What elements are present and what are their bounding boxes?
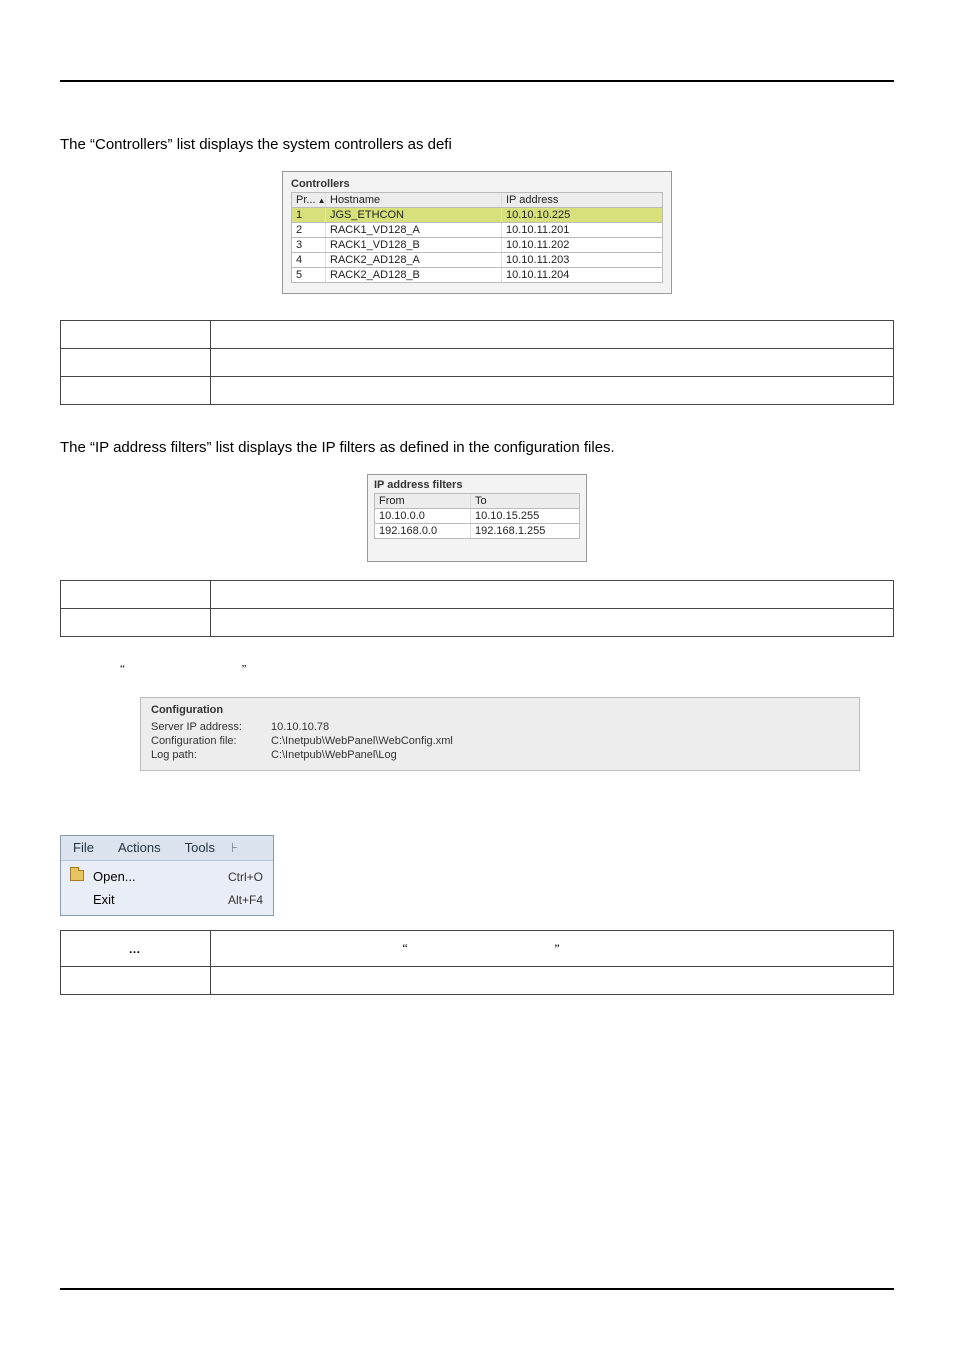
filters-cell-from: 192.168.0.0 — [375, 524, 471, 538]
controllers-cell-pr: 1 — [292, 208, 326, 222]
controllers-row[interactable]: 4 RACK2_AD128_A 10.10.11.203 — [291, 253, 663, 268]
table-row — [61, 349, 894, 377]
controllers-header-ip[interactable]: IP address — [502, 193, 662, 207]
table-row — [61, 609, 894, 637]
controllers-cell-ip: 10.10.11.201 — [502, 223, 662, 237]
ip-filters-title: IP address filters — [374, 479, 580, 491]
configuration-panel: Configuration Server IP address: 10.10.1… — [140, 697, 860, 771]
controllers-cell-pr: 3 — [292, 238, 326, 252]
filters-intro-text: The “IP address filters” list displays t… — [60, 439, 894, 456]
controllers-cell-ip: 10.10.11.203 — [502, 253, 662, 267]
controllers-header-row[interactable]: Pr...▲ Hostname IP address — [291, 192, 663, 208]
config-logpath-label: Log path: — [151, 749, 271, 761]
controllers-desc-table — [60, 320, 894, 405]
controllers-row[interactable]: 1 JGS_ETHCON 10.10.10.225 — [291, 208, 663, 223]
controllers-cell-hostname: RACK2_AD128_B — [326, 268, 502, 282]
controllers-cell-pr: 2 — [292, 223, 326, 237]
menu-item-exit-label: Exit — [87, 892, 228, 907]
controllers-cell-hostname: RACK2_AD128_A — [326, 253, 502, 267]
menu-actions[interactable]: Actions — [106, 836, 173, 860]
config-server-ip-value: 10.10.10.78 — [271, 721, 329, 733]
filters-header-row[interactable]: From To — [374, 493, 580, 509]
controllers-panel-title: Controllers — [291, 178, 663, 190]
filters-row[interactable]: 10.10.0.0 10.10.15.255 — [374, 509, 580, 524]
controllers-intro-text: The “Controllers” list displays the syst… — [60, 136, 894, 153]
filters-cell-from: 10.10.0.0 — [375, 509, 471, 523]
menu-item-open[interactable]: Open... Ctrl+O — [61, 865, 273, 888]
config-server-ip-row: Server IP address: 10.10.10.78 — [151, 720, 849, 734]
file-menu-desc-table: … “ ” — [60, 930, 894, 995]
controllers-row[interactable]: 2 RACK1_VD128_A 10.10.11.201 — [291, 223, 663, 238]
config-server-ip-label: Server IP address: — [151, 721, 271, 733]
controllers-header-priority[interactable]: Pr...▲ — [292, 193, 326, 207]
table-row — [61, 581, 894, 609]
controllers-cell-hostname: JGS_ETHCON — [326, 208, 502, 222]
config-logpath-value: C:\Inetpub\WebPanel\Log — [271, 749, 397, 761]
filters-header-to[interactable]: To — [471, 494, 579, 508]
filters-cell-to: 10.10.15.255 — [471, 509, 579, 523]
menu-item-open-label: Open... — [87, 869, 228, 884]
controllers-cell-ip: 10.10.10.225 — [502, 208, 662, 222]
open-quote-icon: “ — [402, 941, 407, 955]
ip-filters-panel: IP address filters From To 10.10.0.0 10.… — [367, 474, 587, 562]
filters-cell-to: 192.168.1.255 — [471, 524, 579, 538]
controllers-header-hostname[interactable]: Hostname — [326, 193, 502, 207]
controllers-header-pr-label: Pr... — [296, 194, 316, 206]
close-quote-icon: ” — [554, 941, 559, 955]
file-menu-dropdown: Open... Ctrl+O Exit Alt+F4 — [61, 861, 273, 915]
table-row: … “ ” — [61, 931, 894, 967]
file-menu: File Actions Tools ⊦ Open... Ctrl+O Exit… — [60, 835, 274, 916]
folder-open-icon — [67, 869, 87, 884]
bottom-rule — [60, 1288, 894, 1290]
table-row — [61, 377, 894, 405]
config-logpath-row: Log path: C:\Inetpub\WebPanel\Log — [151, 748, 849, 762]
top-rule — [60, 80, 894, 82]
controllers-cell-pr: 4 — [292, 253, 326, 267]
menu-file[interactable]: File — [61, 836, 106, 860]
ellipsis-icon: … — [129, 942, 143, 956]
config-file-value: C:\Inetpub\WebPanel\WebConfig.xml — [271, 735, 453, 747]
menu-item-exit[interactable]: Exit Alt+F4 — [61, 888, 273, 911]
controllers-row[interactable]: 5 RACK2_AD128_B 10.10.11.204 — [291, 268, 663, 283]
config-file-label: Configuration file: — [151, 735, 271, 747]
menu-item-open-shortcut: Ctrl+O — [228, 870, 263, 884]
config-file-row: Configuration file: C:\Inetpub\WebPanel\… — [151, 734, 849, 748]
open-quote-icon: “ — [120, 663, 125, 675]
menu-item-exit-shortcut: Alt+F4 — [228, 893, 263, 907]
filters-desc-table — [60, 580, 894, 637]
controllers-cell-hostname: RACK1_VD128_A — [326, 223, 502, 237]
controllers-cell-pr: 5 — [292, 268, 326, 282]
filters-header-from[interactable]: From — [375, 494, 471, 508]
controllers-panel: Controllers Pr...▲ Hostname IP address 1… — [282, 171, 672, 294]
stray-quote-line: “ ” — [120, 661, 894, 675]
controllers-cell-ip: 10.10.11.204 — [502, 268, 662, 282]
controllers-cell-hostname: RACK1_VD128_B — [326, 238, 502, 252]
controllers-cell-ip: 10.10.11.202 — [502, 238, 662, 252]
menubar: File Actions Tools ⊦ — [61, 836, 273, 861]
controllers-row[interactable]: 3 RACK1_VD128_B 10.10.11.202 — [291, 238, 663, 253]
close-quote-icon: ” — [242, 663, 247, 675]
sort-asc-icon: ▲ — [318, 196, 326, 205]
filters-row[interactable]: 192.168.0.0 192.168.1.255 — [374, 524, 580, 539]
menu-more-icon: ⊦ — [227, 836, 242, 860]
menu-tools[interactable]: Tools — [173, 836, 227, 860]
table-row — [61, 321, 894, 349]
table-row — [61, 967, 894, 995]
configuration-title: Configuration — [151, 704, 849, 716]
